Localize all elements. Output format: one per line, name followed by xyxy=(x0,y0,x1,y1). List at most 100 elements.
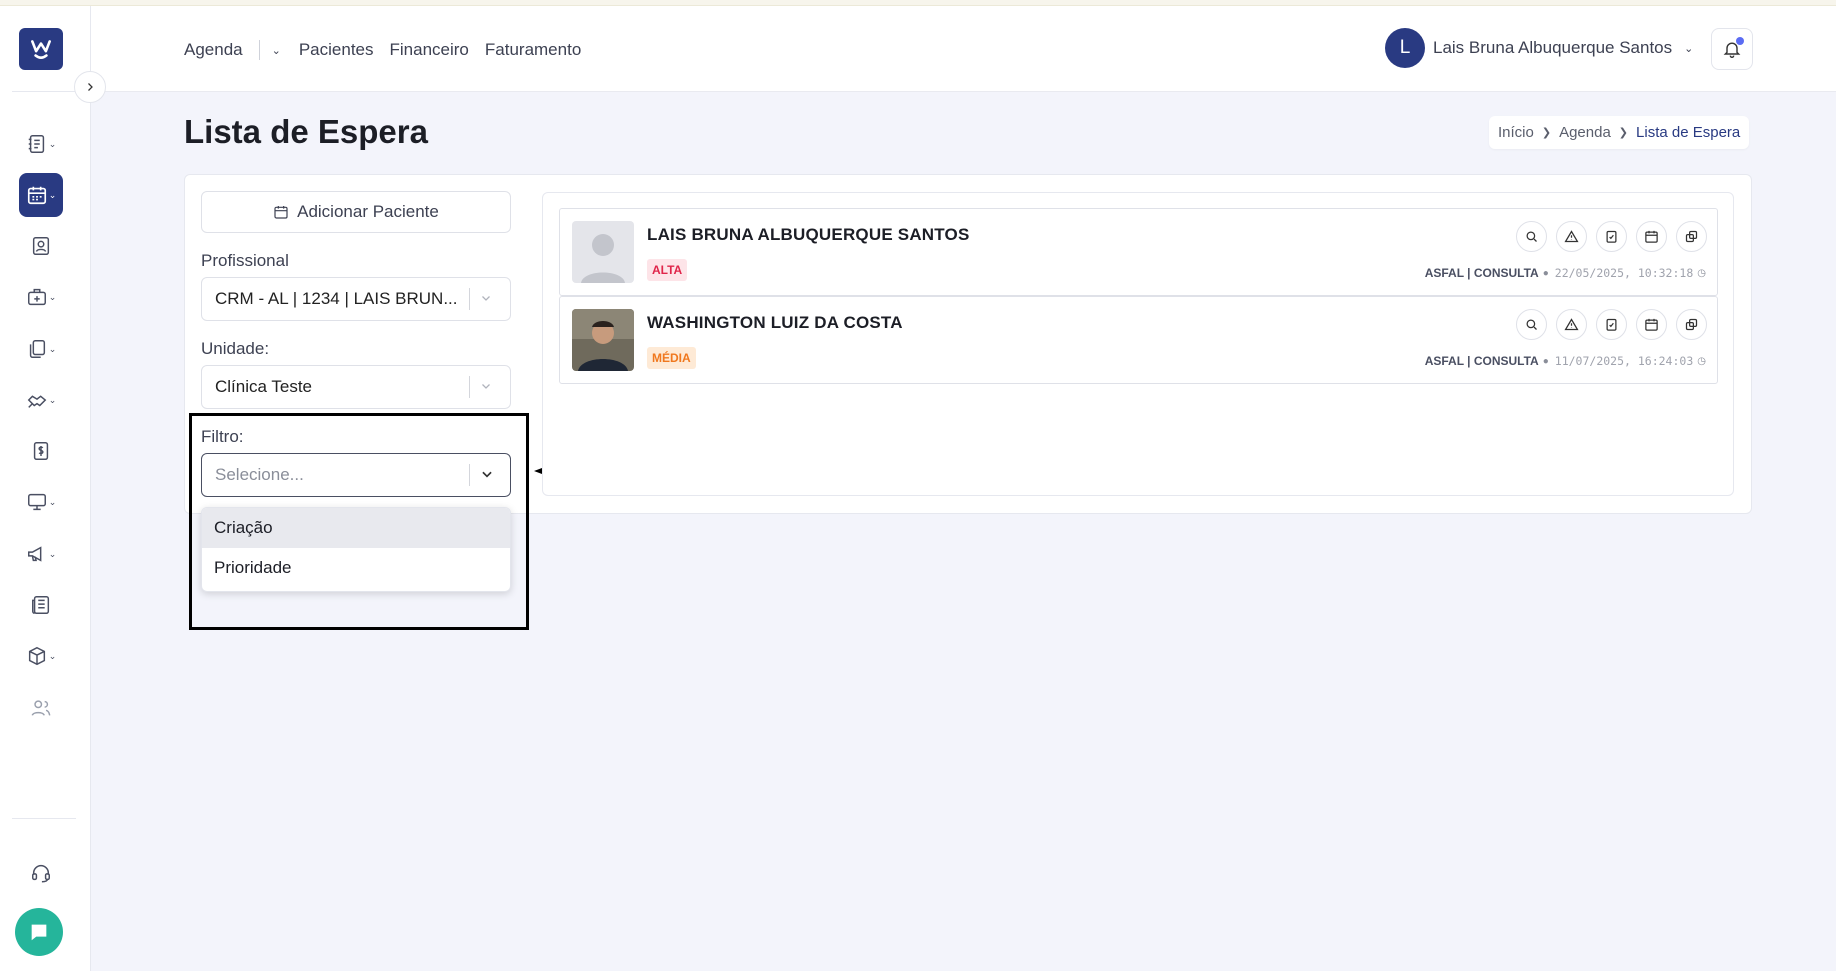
schedule-button[interactable] xyxy=(1636,309,1667,340)
search-icon xyxy=(1526,231,1537,242)
appointment-type: ASFAL | CONSULTA xyxy=(1424,354,1539,368)
search-button[interactable] xyxy=(1516,309,1547,340)
breadcrumb-inicio[interactable]: Início xyxy=(1498,124,1534,141)
unidade-select[interactable]: Clínica Teste xyxy=(201,365,511,409)
medical-kit-icon xyxy=(27,288,46,306)
app-logo[interactable] xyxy=(19,28,63,70)
alert-button[interactable] xyxy=(1556,221,1587,252)
sidebar-item-relatorios[interactable] xyxy=(19,583,63,627)
breadcrumb-agenda[interactable]: Agenda xyxy=(1559,124,1611,141)
sidebar-item-clinica[interactable]: ⌄ xyxy=(19,275,63,319)
breadcrumb: Início ❯ Agenda ❯ Lista de Espera xyxy=(1489,116,1750,149)
sidebar-item-atendimento[interactable]: ⌄ xyxy=(19,378,63,422)
avatar: L xyxy=(1385,28,1425,68)
search-icon xyxy=(1526,319,1537,330)
timestamp: 11/07/2025, 16:24:03 xyxy=(1554,354,1694,368)
notifications-button[interactable] xyxy=(1711,28,1753,70)
nav-agenda[interactable]: Agenda xyxy=(184,40,243,60)
user-name: Lais Bruna Albuquerque Santos xyxy=(1433,38,1673,57)
calendar-icon xyxy=(274,206,288,219)
page-title: Lista de Espera xyxy=(184,113,428,150)
unidade-value: Clínica Teste xyxy=(215,377,313,396)
top-header: Agenda ⌄ Pacientes Financeiro Faturament… xyxy=(91,6,1836,92)
chevron-right-icon: ❯ xyxy=(1618,127,1629,139)
sidebar-divider xyxy=(12,91,76,92)
documents-icon xyxy=(29,340,45,358)
sidebar-item-telemedicina[interactable]: ⌄ xyxy=(19,480,63,524)
clock-icon: ◷ xyxy=(1697,267,1706,279)
patient-photo xyxy=(572,309,634,371)
newspaper-icon xyxy=(32,596,50,614)
patient-photo-placeholder xyxy=(572,221,634,283)
patient-card[interactable]: WASHINGTON LUIZ DA COSTA MÉDIA ASFAL | C… xyxy=(559,296,1718,384)
nav-faturamento[interactable]: Faturamento xyxy=(485,40,581,60)
copy-icon xyxy=(1685,230,1698,243)
sidebar-item-financeiro[interactable] xyxy=(19,429,63,473)
monitor-icon xyxy=(27,493,46,511)
patient-actions xyxy=(1507,309,1707,340)
schedule-button[interactable] xyxy=(1636,221,1667,252)
nav-pacientes[interactable]: Pacientes xyxy=(299,40,374,60)
sidebar-divider-bottom xyxy=(12,818,76,819)
annotation-highlight-box xyxy=(189,413,529,630)
sidebar-item-estoque[interactable]: ⌄ xyxy=(19,634,63,678)
top-nav: Agenda ⌄ Pacientes Financeiro Faturament… xyxy=(184,40,597,60)
add-patient-label: Adicionar Paciente xyxy=(297,202,439,221)
patient-name: WASHINGTON LUIZ DA COSTA xyxy=(647,313,903,332)
appointment-type: ASFAL | CONSULTA xyxy=(1424,266,1539,280)
patient-meta: ASFAL | CONSULTA ● 22/05/2025, 10:32:18 … xyxy=(1425,266,1706,280)
select-divider xyxy=(469,288,470,310)
warning-icon xyxy=(1564,318,1579,331)
unidade-label: Unidade: xyxy=(201,339,270,358)
handshake-icon xyxy=(27,395,47,408)
patient-actions xyxy=(1507,221,1707,252)
sidebar-item-agenda[interactable]: ⌄ xyxy=(19,173,63,217)
checklist-button[interactable] xyxy=(1596,309,1627,340)
sidebar-item-suporte[interactable] xyxy=(19,851,63,895)
clipboard-check-icon xyxy=(1606,318,1617,331)
chevron-down-icon: ⌄ xyxy=(1684,42,1694,55)
megaphone-icon xyxy=(27,546,42,562)
clipboard-check-icon xyxy=(1606,230,1617,243)
location-pin-icon: ● xyxy=(1542,355,1549,367)
calendar-icon xyxy=(1645,230,1658,243)
nav-financeiro[interactable]: Financeiro xyxy=(390,40,469,60)
add-patient-button[interactable]: Adicionar Paciente xyxy=(201,191,511,233)
profissional-value: CRM - AL | 1234 | LAIS BRUN... xyxy=(215,289,458,308)
search-button[interactable] xyxy=(1516,221,1547,252)
calendar-icon xyxy=(27,186,46,205)
calendar-icon xyxy=(1645,318,1658,331)
box-icon xyxy=(28,646,45,666)
timestamp: 22/05/2025, 10:32:18 xyxy=(1554,266,1694,280)
alert-button[interactable] xyxy=(1556,309,1587,340)
sidebar-item-marketing[interactable]: ⌄ xyxy=(19,532,63,576)
chevron-down-icon[interactable]: ⌄ xyxy=(272,44,281,57)
sidebar-item-prontuario[interactable]: ⌄ xyxy=(19,122,63,166)
sidebar-item-pacientes[interactable] xyxy=(19,224,63,268)
user-menu[interactable]: L Lais Bruna Albuquerque Santos ⌄ xyxy=(1385,28,1693,68)
copy-icon xyxy=(1685,318,1698,331)
priority-badge: ALTA xyxy=(647,259,688,281)
chat-bubble-button[interactable] xyxy=(15,908,63,956)
warning-icon xyxy=(1564,230,1579,243)
profissional-select[interactable]: CRM - AL | 1234 | LAIS BRUN... xyxy=(201,277,511,321)
sidebar: ⌄ ⌄ ⌄ ⌄ ⌄ ⌄ ⌄ ⌄ xyxy=(0,6,91,971)
chevron-down-icon[interactable] xyxy=(480,380,510,395)
notebook-icon xyxy=(28,135,44,153)
nav-divider xyxy=(258,40,260,60)
sidebar-toggle-button[interactable] xyxy=(74,71,106,103)
patient-card[interactable]: LAIS BRUNA ALBUQUERQUE SANTOS ALTA ASFAL… xyxy=(559,208,1718,296)
select-divider xyxy=(469,376,470,398)
copy-button[interactable] xyxy=(1676,309,1707,340)
location-pin-icon: ● xyxy=(1542,267,1549,279)
chevron-right-icon: ❯ xyxy=(1541,127,1552,139)
patient-name: LAIS BRUNA ALBUQUERQUE SANTOS xyxy=(647,225,970,244)
headset-icon xyxy=(32,865,50,883)
copy-button[interactable] xyxy=(1676,221,1707,252)
checklist-button[interactable] xyxy=(1596,221,1627,252)
breadcrumb-current: Lista de Espera xyxy=(1636,124,1741,141)
patient-meta: ASFAL | CONSULTA ● 11/07/2025, 16:24:03 … xyxy=(1425,354,1706,368)
chevron-down-icon[interactable] xyxy=(480,292,510,307)
sidebar-item-documentos[interactable]: ⌄ xyxy=(19,327,63,371)
sidebar-item-usuarios[interactable] xyxy=(19,686,63,730)
